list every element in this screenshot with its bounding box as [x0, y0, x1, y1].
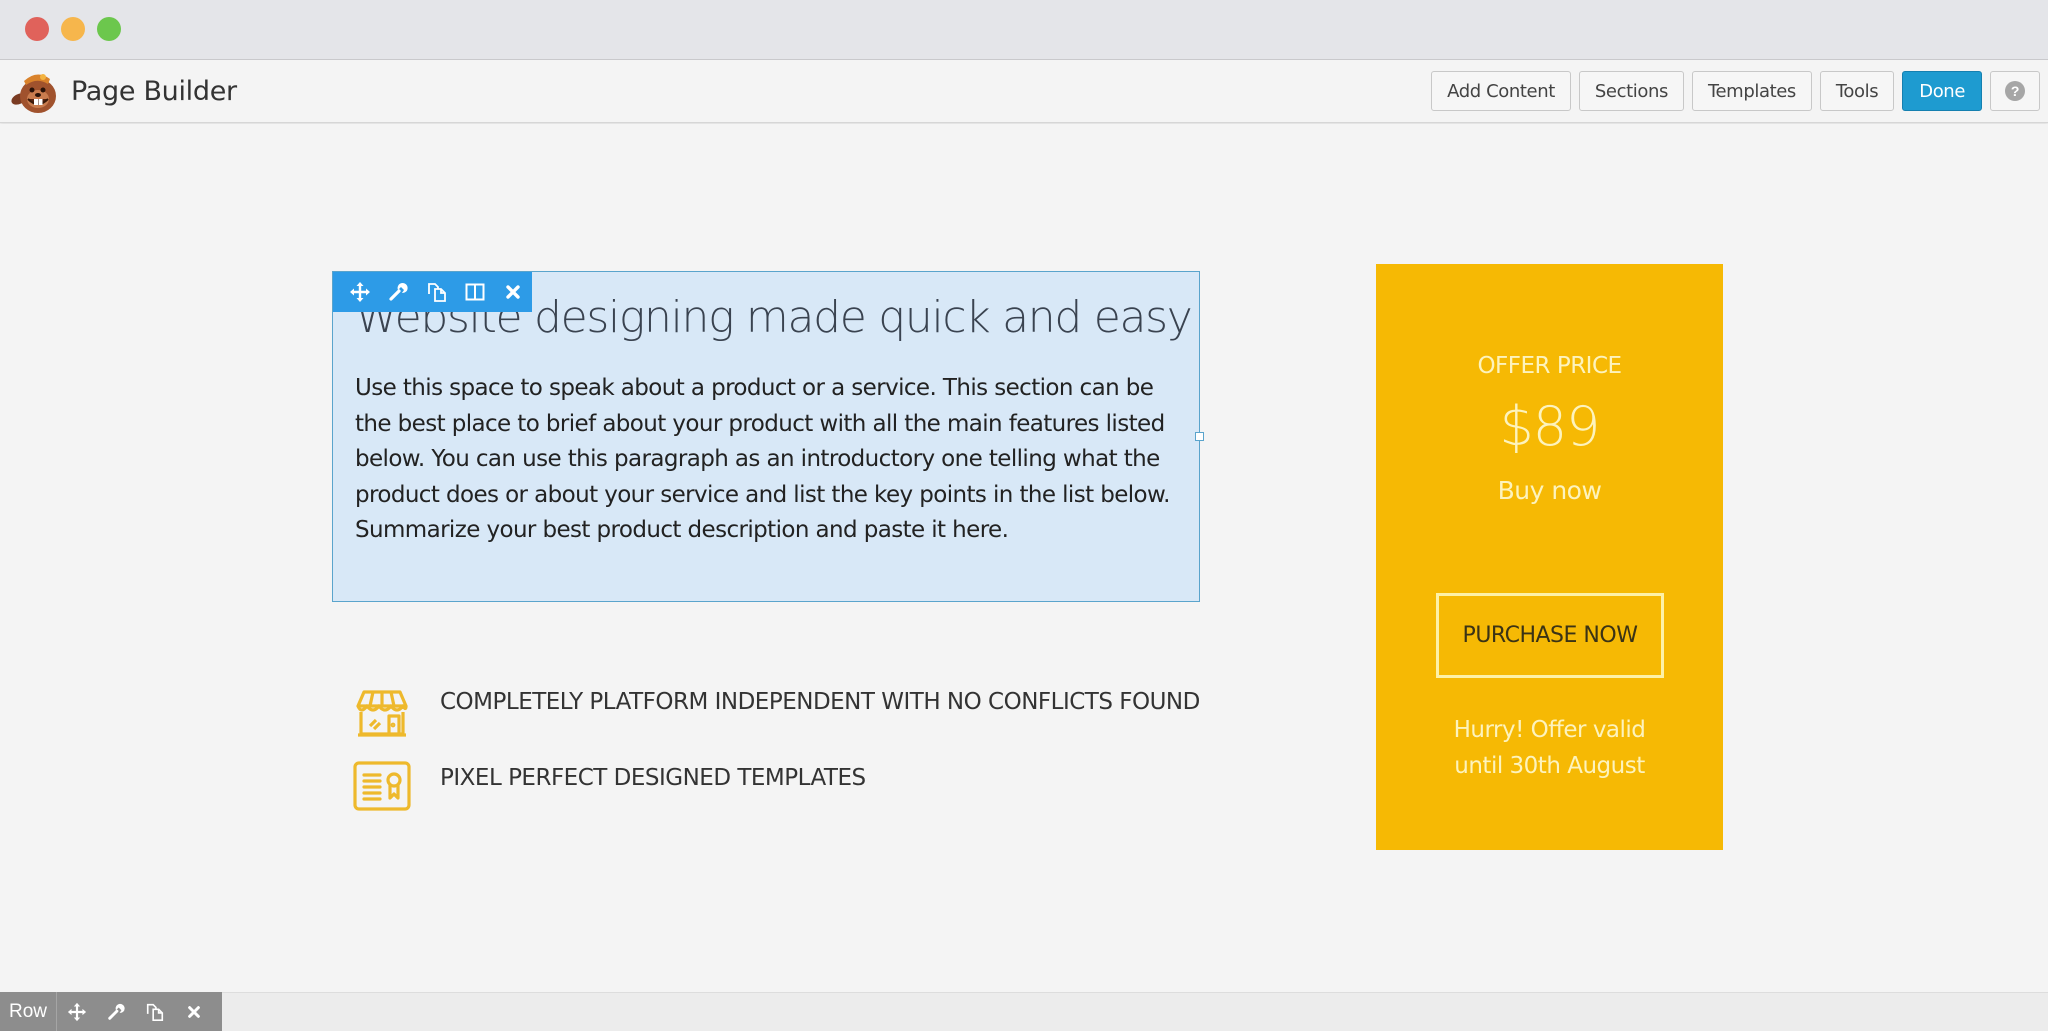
beaver-mascot-icon — [10, 69, 60, 115]
offer-note: Hurry! Offer valid until 30th August — [1376, 712, 1723, 784]
duplicate-icon[interactable] — [135, 992, 174, 1031]
templates-button[interactable]: Templates — [1691, 71, 1812, 111]
text-module-selected[interactable]: Website designing made quick and easy Us… — [332, 271, 1204, 602]
offer-note-line2: until 30th August — [1454, 753, 1645, 779]
toolbar-button-group: Add Content Sections Templates Tools Don… — [1431, 71, 2040, 111]
buy-now-subtitle: Buy now — [1497, 476, 1602, 505]
move-icon[interactable] — [341, 272, 379, 312]
certificate-icon — [352, 760, 412, 820]
add-content-button[interactable]: Add Content — [1431, 71, 1571, 111]
feature-text: COMPLETELY PLATFORM INDEPENDENT WITH NO … — [440, 689, 1200, 715]
app-title: Page Builder — [71, 76, 237, 107]
window-maximize-button[interactable] — [97, 17, 121, 41]
help-button[interactable]: ? — [1990, 71, 2040, 111]
sections-button[interactable]: Sections — [1578, 71, 1684, 111]
row-bar-background — [0, 992, 2048, 1031]
duplicate-icon[interactable] — [417, 272, 455, 312]
window-close-button[interactable] — [25, 17, 49, 41]
done-button[interactable]: Done — [1902, 71, 1982, 111]
offer-note-line1: Hurry! Offer valid — [1453, 717, 1646, 743]
close-icon[interactable] — [494, 272, 532, 312]
storefront-icon — [352, 684, 412, 744]
resize-handle[interactable] — [1195, 432, 1204, 441]
move-icon[interactable] — [57, 992, 96, 1031]
wrench-icon[interactable] — [96, 992, 135, 1031]
pricing-card: OFFER PRICE $89 Buy now PURCHASE NOW Hur… — [1376, 264, 1723, 850]
window-minimize-button[interactable] — [61, 17, 85, 41]
module-paragraph: Use this space to speak about a product … — [355, 375, 1170, 544]
builder-toolbar: Page Builder Add Content Sections Templa… — [0, 61, 2048, 123]
offer-label: OFFER PRICE — [1477, 353, 1622, 379]
row-label[interactable]: Row — [0, 992, 57, 1031]
columns-icon[interactable] — [456, 272, 494, 312]
feature-text: PIXEL PERFECT DESIGNED TEMPLATES — [440, 765, 866, 791]
window-titlebar — [0, 0, 2048, 60]
price-value: $89 — [1499, 395, 1600, 458]
help-icon: ? — [2005, 81, 2025, 101]
tools-button[interactable]: Tools — [1819, 71, 1895, 111]
list-item: PIXEL PERFECT DESIGNED TEMPLATES — [352, 760, 866, 820]
wrench-icon[interactable] — [379, 272, 417, 312]
list-item: COMPLETELY PLATFORM INDEPENDENT WITH NO … — [352, 684, 1200, 744]
purchase-now-button[interactable]: PURCHASE NOW — [1436, 593, 1664, 678]
close-icon[interactable] — [174, 992, 213, 1031]
module-toolbar — [333, 272, 532, 312]
row-toolbar: Row — [0, 992, 222, 1031]
